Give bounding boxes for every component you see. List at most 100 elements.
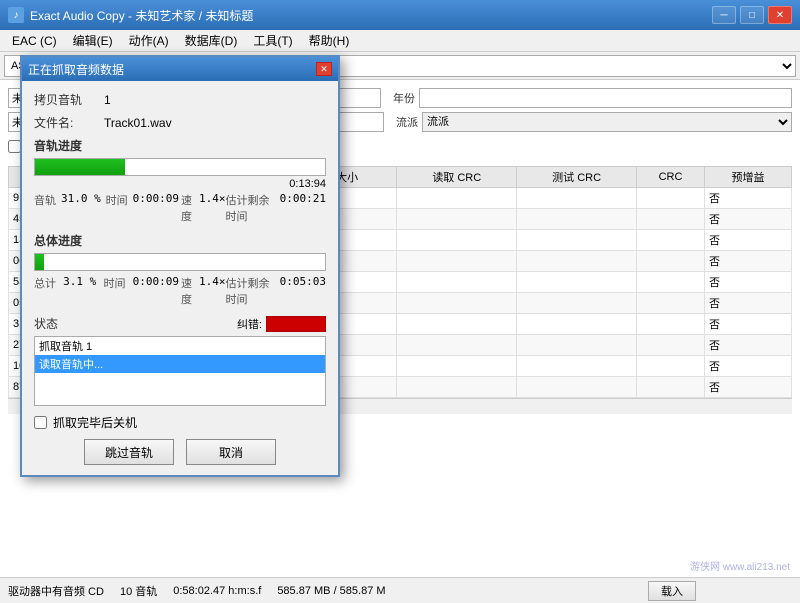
shutdown-label: 抓取完毕后关机 — [53, 414, 137, 431]
cell-crc — [637, 251, 705, 272]
track-progress-fill — [35, 159, 125, 175]
track-eta-label: 估计剩余时间 — [226, 192, 280, 224]
track-progress-title: 音轨进度 — [34, 137, 326, 154]
app-icon: ♪ — [8, 7, 24, 23]
shutdown-checkbox[interactable] — [34, 416, 47, 429]
genre-select[interactable]: 流派 — [422, 112, 792, 132]
col-crc: CRC — [637, 167, 705, 188]
cell-crc — [637, 356, 705, 377]
menu-help[interactable]: 帮助(H) — [301, 30, 358, 51]
cell-test-crc — [517, 188, 637, 209]
cd-select[interactable]: CD 标题 — [288, 55, 796, 77]
track-progress-bar-bg — [34, 158, 326, 176]
status-listbox: 抓取音轨 1 读取音轨中... — [34, 336, 326, 406]
track-time-pct: 31.0 % — [61, 192, 101, 224]
cell-read-crc — [397, 293, 517, 314]
app-title: Exact Audio Copy - 未知艺术家 / 未知标题 — [30, 7, 253, 24]
shutdown-row: 抓取完毕后关机 — [34, 414, 326, 431]
total-speed-val: 1.4× — [199, 275, 226, 307]
total-progress-title: 总体进度 — [34, 232, 326, 249]
cell-read-crc — [397, 335, 517, 356]
copy-value: 1 — [104, 93, 111, 107]
cell-pregap: 否 — [704, 209, 791, 230]
menu-edit[interactable]: 编辑(E) — [65, 30, 121, 51]
cell-pregap: 否 — [704, 188, 791, 209]
cell-pregap: 否 — [704, 293, 791, 314]
filename-label: 文件名: — [34, 114, 104, 131]
track-time-label: 音轨 — [34, 192, 56, 224]
track-time-val: 0:00:09 — [133, 192, 179, 224]
col-test-crc: 测试 CRC — [517, 167, 637, 188]
track-progress-info: 音轨 31.0 % 时间 0:00:09 速度 1.4× 估计剩余时间 0:00… — [34, 192, 326, 224]
cell-pregap: 否 — [704, 314, 791, 335]
cell-read-crc — [397, 356, 517, 377]
cell-test-crc — [517, 251, 637, 272]
menu-bar: EAC (C) 编辑(E) 动作(A) 数据库(D) 工具(T) 帮助(H) — [0, 30, 800, 52]
total-progress-info: 总计 3.1 % 时间 0:00:09 速度 1.4× 估计剩余时间 0:05:… — [34, 275, 326, 307]
title-bar: ♪ Exact Audio Copy - 未知艺术家 / 未知标题 ─ □ ✕ — [0, 0, 800, 30]
cell-crc — [637, 230, 705, 251]
cell-test-crc — [517, 314, 637, 335]
total-progress-fill — [35, 254, 44, 270]
cell-read-crc — [397, 251, 517, 272]
track-eta-val: 0:00:21 — [280, 192, 326, 224]
cell-crc — [637, 314, 705, 335]
cell-crc — [637, 272, 705, 293]
maximize-button[interactable]: □ — [740, 6, 764, 24]
cell-pregap: 否 — [704, 356, 791, 377]
total-progress-section: 总体进度 总计 3.1 % 时间 0:00:09 速度 1.4× 估计剩余时间 — [34, 232, 326, 307]
menu-eac[interactable]: EAC (C) — [4, 32, 65, 50]
filename-row: 文件名: Track01.wav — [34, 114, 326, 131]
status-header: 状态 纠错: — [34, 315, 326, 332]
dialog-close-button[interactable]: ✕ — [316, 62, 332, 76]
cell-read-crc — [397, 272, 517, 293]
copy-label: 拷贝音轨 — [34, 91, 104, 108]
cell-test-crc — [517, 335, 637, 356]
cancel-button[interactable]: 取消 — [186, 439, 276, 465]
dialog-title-bar: 正在抓取音频数据 ✕ — [22, 57, 338, 81]
total-progress-bar-bg — [34, 253, 326, 271]
status-section: 状态 纠错: 抓取音轨 1 读取音轨中... — [34, 315, 326, 406]
total-time-pct: 3.1 % — [63, 275, 96, 307]
year-label: 年份 — [393, 90, 415, 106]
minimize-button[interactable]: ─ — [712, 6, 736, 24]
track-speed-val: 1.4× — [199, 192, 226, 224]
genre-label: 流派 — [396, 114, 418, 130]
col-pregap: 预增益 — [704, 167, 791, 188]
cell-test-crc — [517, 272, 637, 293]
status-item-0: 抓取音轨 1 — [35, 337, 325, 355]
cell-test-crc — [517, 377, 637, 398]
dialog-buttons: 跳过音轨 取消 — [34, 439, 326, 465]
dialog-content: 拷贝音轨 1 文件名: Track01.wav 音轨进度 0:13:94 音轨 … — [22, 81, 338, 475]
window-controls: ─ □ ✕ — [712, 6, 792, 24]
total-time-label: 总计 — [34, 275, 56, 307]
track-count: 10 音轨 — [120, 583, 157, 599]
menu-action[interactable]: 动作(A) — [121, 30, 177, 51]
total-eta-val: 0:05:03 — [280, 275, 326, 307]
cell-crc — [637, 335, 705, 356]
duration: 0:58:02.47 h:m:s.f — [173, 585, 261, 597]
drive-status: 驱动器中有音频 CD — [8, 583, 104, 599]
cell-pregap: 否 — [704, 377, 791, 398]
skip-track-button[interactable]: 跳过音轨 — [84, 439, 174, 465]
menu-tools[interactable]: 工具(T) — [245, 30, 300, 51]
track-progress-section: 音轨进度 0:13:94 音轨 31.0 % 时间 0:00:09 速度 1.4… — [34, 137, 326, 224]
cell-read-crc — [397, 314, 517, 335]
cell-crc — [637, 293, 705, 314]
dialog-title: 正在抓取音频数据 — [28, 61, 124, 78]
status-bar: 驱动器中有音频 CD 10 音轨 0:58:02.47 h:m:s.f 585.… — [0, 577, 800, 603]
track-time-key: 时间 — [106, 192, 128, 224]
load-button[interactable]: 载入 — [648, 581, 696, 601]
total-time-val: 0:00:09 — [133, 275, 179, 307]
year-input[interactable] — [419, 88, 792, 108]
menu-database[interactable]: 数据库(D) — [177, 30, 246, 51]
cell-test-crc — [517, 293, 637, 314]
close-button[interactable]: ✕ — [768, 6, 792, 24]
cell-read-crc — [397, 377, 517, 398]
cell-test-crc — [517, 230, 637, 251]
track-total-time: 0:13:94 — [34, 178, 326, 190]
total-time-key: 时间 — [103, 275, 125, 307]
cell-read-crc — [397, 209, 517, 230]
cell-read-crc — [397, 188, 517, 209]
status-title: 状态 — [34, 315, 58, 332]
